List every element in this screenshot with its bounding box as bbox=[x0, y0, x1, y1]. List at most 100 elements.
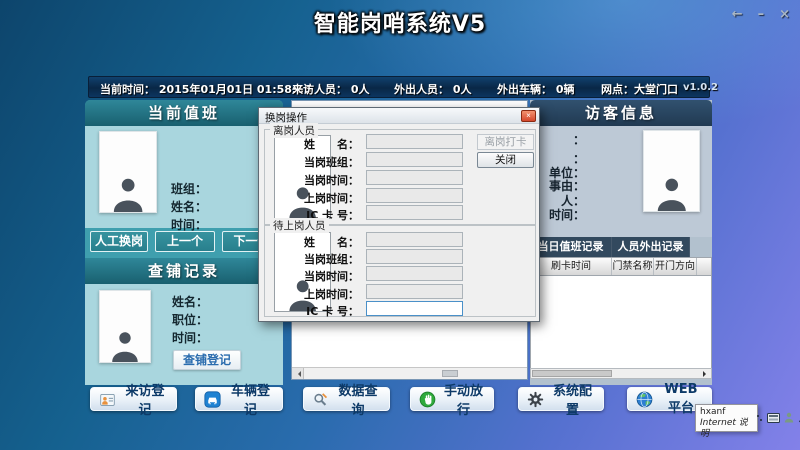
patrol-field-time: 时间： bbox=[172, 329, 208, 346]
vehicle-register-button[interactable]: 车辆登记 bbox=[195, 387, 283, 411]
manual-release-icon bbox=[419, 391, 436, 408]
ime-tooltip-line2: Internet 说明 bbox=[700, 418, 753, 440]
close-icon[interactable]: × bbox=[779, 7, 790, 22]
left-panel: 当前值班 班组： 姓名： 时间： 人工换岗 上一个 下一个 查铺记录 姓名： 职… bbox=[85, 100, 283, 385]
patrol-panel-body: 姓名： 职位： 时间： 查铺登记 bbox=[85, 284, 283, 385]
label-name: 姓 名： bbox=[304, 136, 359, 152]
patrol-field-name: 姓名： bbox=[172, 293, 208, 310]
duty-panel-body: 班组： 姓名： 时间： bbox=[85, 126, 283, 228]
label-name: 姓 名： bbox=[304, 234, 359, 250]
version-label: v1.0.2 bbox=[683, 82, 718, 93]
data-query-button[interactable]: 数据查询 bbox=[303, 387, 390, 411]
previous-button[interactable]: 上一个 bbox=[155, 231, 215, 252]
label-start-time: 上岗时间： bbox=[304, 190, 359, 206]
column-spacer bbox=[697, 258, 711, 275]
incoming-name-input bbox=[366, 232, 463, 247]
status-out-person-count: 外出人员： 0人 bbox=[394, 81, 472, 97]
shift-change-dialog: 换岗操作 × 离岗人员 姓 名： 当岗班组： 当岗时间： 上岗时间： IC 卡 … bbox=[258, 107, 540, 322]
scrollbar-thumb[interactable] bbox=[442, 370, 458, 377]
tab-personnel-out-records[interactable]: 人员外出记录 bbox=[612, 237, 690, 257]
visitor-panel-title: 访客信息 bbox=[530, 100, 712, 126]
incoming-ic-card-input[interactable] bbox=[366, 301, 463, 316]
language-bar bbox=[757, 412, 800, 423]
toolbar-button-label: 数据查询 bbox=[335, 380, 381, 418]
keyboard-icon[interactable] bbox=[767, 413, 780, 423]
toolbar-button-label: 手动放行 bbox=[442, 380, 485, 418]
label-start-time: 上岗时间： bbox=[304, 286, 359, 302]
visitor-register-icon bbox=[99, 391, 116, 408]
toolbar-button-label: 车辆登记 bbox=[227, 380, 274, 418]
visitor-panel-body: ： ： 单位： 事由： 人： 时间： bbox=[530, 126, 712, 237]
scroll-left-arrow-icon[interactable] bbox=[292, 368, 304, 379]
label-duty-team: 当岗班组： bbox=[304, 154, 359, 170]
toolbar-button-label: 系统配置 bbox=[550, 380, 595, 418]
incoming-team-input bbox=[366, 249, 463, 264]
leaving-start-time-input bbox=[366, 188, 463, 203]
tab-today-duty-records[interactable]: 当日值班记录 bbox=[530, 237, 612, 257]
ime-tooltip: hxanf Internet 说明 bbox=[695, 404, 758, 432]
incoming-duty-time-input bbox=[366, 266, 463, 281]
records-tab-row: 当日值班记录 人员外出记录 bbox=[530, 237, 712, 257]
ime-tooltip-line1: hxanf bbox=[700, 407, 753, 418]
vehicle-register-icon bbox=[204, 391, 221, 408]
status-visitor-count: 来访人员： 0人 bbox=[292, 81, 370, 97]
visitor-register-button[interactable]: 来访登记 bbox=[90, 387, 177, 411]
leaving-team-input bbox=[366, 152, 463, 167]
visitor-field-time: 时间： bbox=[549, 206, 585, 223]
label-duty-time: 当岗时间： bbox=[304, 268, 359, 284]
ime-user-icon[interactable] bbox=[784, 412, 794, 423]
person-avatar-icon bbox=[107, 329, 143, 362]
patrol-panel-title: 查铺记录 bbox=[85, 258, 283, 284]
status-out-vehicle-count: 外出车辆： 0辆 bbox=[497, 81, 575, 97]
right-panel: 访客信息 ： ： 单位： 事由： 人： 时间： 当日值班记录 人员外出记录 刷卡… bbox=[530, 100, 712, 385]
person-avatar-icon bbox=[108, 175, 148, 212]
minimize-icon[interactable]: – bbox=[758, 7, 765, 22]
visitor-photo bbox=[643, 130, 700, 212]
status-site: 网点：大堂门口 bbox=[601, 81, 678, 97]
dialog-titlebar[interactable]: 换岗操作 × bbox=[259, 108, 539, 124]
data-query-icon bbox=[312, 391, 329, 408]
patrol-photo bbox=[99, 290, 151, 363]
system-config-icon bbox=[527, 391, 544, 408]
manual-release-button[interactable]: 手动放行 bbox=[410, 387, 494, 411]
group-leaving-title: 离岗人员 bbox=[270, 123, 318, 138]
leaving-duty-time-input bbox=[366, 170, 463, 185]
incoming-start-time-input bbox=[366, 284, 463, 299]
label-duty-team: 当岗班组： bbox=[304, 251, 359, 267]
records-horizontal-scrollbar[interactable] bbox=[530, 368, 712, 379]
duty-photo bbox=[99, 131, 157, 213]
scrollbar-thumb[interactable] bbox=[532, 370, 612, 377]
label-duty-time: 当岗时间： bbox=[304, 172, 359, 188]
patrol-register-button[interactable]: 查铺登记 bbox=[173, 350, 241, 370]
ime-dots-icon bbox=[757, 414, 763, 422]
leaving-ic-card-input bbox=[366, 205, 463, 220]
visitor-field-fragment: ： bbox=[573, 131, 585, 148]
label-ic-card: IC 卡 号： bbox=[306, 303, 359, 319]
clock-out-button: 离岗打卡 bbox=[477, 134, 534, 150]
dialog-close-button[interactable]: × bbox=[521, 110, 536, 122]
dialog-close-action-button[interactable]: 关闭 bbox=[477, 152, 534, 168]
back-icon[interactable]: ← bbox=[732, 7, 743, 22]
column-swipe-time: 刷卡时间 bbox=[531, 258, 612, 275]
manual-shift-button[interactable]: 人工换岗 bbox=[90, 231, 148, 252]
patrol-field-position: 职位： bbox=[172, 311, 208, 328]
status-current-time: 当前时间： 2015年01月01日 01:58:55 bbox=[100, 81, 312, 97]
desktop: 智能岗哨系统V5 ← – × 当前时间： 2015年01月01日 01:58:5… bbox=[0, 0, 800, 450]
group-incoming-title: 待上岗人员 bbox=[270, 218, 329, 233]
system-config-button[interactable]: 系统配置 bbox=[518, 387, 604, 411]
leaving-name-input bbox=[366, 134, 463, 149]
duty-field-team: 班组： bbox=[171, 180, 207, 197]
window-controls: ← – × bbox=[732, 7, 790, 22]
records-table-body bbox=[530, 276, 712, 368]
scroll-right-arrow-icon[interactable] bbox=[703, 371, 709, 377]
status-bar: 当前时间： 2015年01月01日 01:58:55 来访人员： 0人 外出人员… bbox=[88, 76, 710, 98]
column-door-name: 门禁名称 bbox=[612, 258, 654, 275]
web-platform-icon bbox=[636, 391, 653, 408]
app-title: 智能岗哨系统V5 bbox=[0, 6, 800, 38]
records-table-header: 刷卡时间 门禁名称 开门方向 bbox=[530, 257, 712, 276]
duty-panel-title: 当前值班 bbox=[85, 100, 283, 126]
person-avatar-icon bbox=[652, 175, 692, 211]
center-horizontal-scrollbar[interactable] bbox=[292, 367, 527, 379]
toolbar-button-label: 来访登记 bbox=[122, 380, 168, 418]
column-open-direction: 开门方向 bbox=[654, 258, 697, 275]
